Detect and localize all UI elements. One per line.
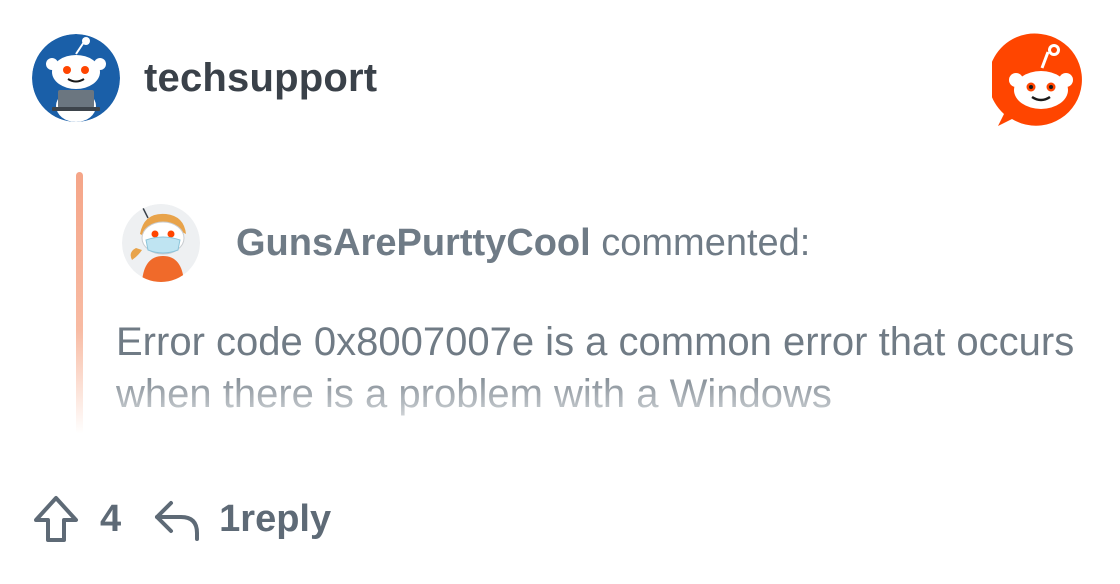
share-card: techsupport GunsArePurttyCool commented:… — [0, 0, 1120, 584]
reply-arrow-icon[interactable] — [153, 495, 201, 543]
vote-count: 4 — [100, 497, 122, 540]
upvote-button[interactable]: 4 — [32, 494, 121, 544]
masked-snoo-avatar-icon[interactable] — [122, 204, 200, 282]
comment-author-line: GunsArePurttyCool commented: — [236, 222, 810, 265]
comment-actions: 4 1reply — [32, 494, 331, 544]
subreddit-name[interactable]: techsupport — [144, 56, 377, 101]
reply-count-label: 1reply — [219, 497, 332, 540]
comment-author-row: GunsArePurttyCool commented: — [122, 204, 810, 282]
comment-action-text: commented: — [590, 221, 811, 264]
reddit-logo-icon[interactable] — [992, 32, 1090, 130]
snoo-at-computer-icon[interactable] — [32, 34, 120, 122]
upvote-arrow-icon[interactable] — [32, 494, 80, 544]
comment-body-text[interactable]: Error code 0x8007007e is a common error … — [116, 316, 1076, 428]
quote-bar — [76, 172, 83, 434]
subreddit-header: techsupport — [32, 34, 377, 122]
reply-button[interactable]: 1reply — [153, 495, 331, 543]
comment-author-username[interactable]: GunsArePurttyCool — [236, 222, 591, 264]
